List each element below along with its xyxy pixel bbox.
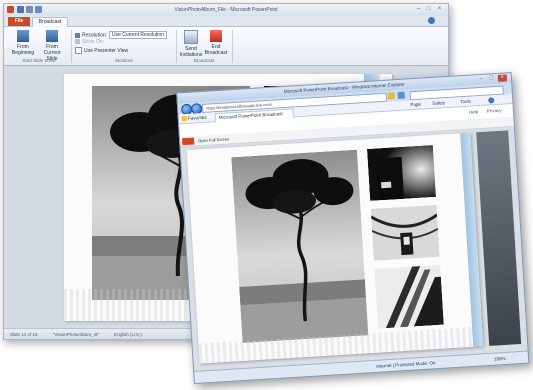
powerpoint-logo-icon[interactable] [7,6,14,13]
group-divider [71,30,72,63]
presenter-view-label: Use Presenter View [84,47,129,54]
start-slide-show-group-label: Start Slide Show [22,58,56,63]
safety-menu[interactable]: Safety [432,99,445,108]
presenter-view-checkbox[interactable] [75,47,82,54]
browser-minimize-icon[interactable]: – [477,76,486,84]
page-menu[interactable]: Page [410,101,421,110]
undo-icon[interactable] [26,6,33,13]
language-indicator[interactable]: English (U.S.) [114,332,142,337]
minimize-icon[interactable]: – [414,6,423,13]
send-invitations-button[interactable]: Send Invitations [179,30,203,58]
broadcast-viewer: Open Full Screen [179,117,528,371]
show-on-row: Show On: [75,39,104,46]
open-full-screen-link[interactable]: Open Full Screen [198,136,229,143]
end-broadcast-icon [210,30,222,42]
lock-icon[interactable] [387,92,395,100]
from-beginning-label: From Beginning [11,44,35,56]
send-invitations-label: Send Invitations [179,46,203,58]
end-broadcast-label: End Broadcast [204,44,228,56]
group-divider [232,30,233,63]
resolution-row: Resolution: Use Current Resolution [75,31,168,39]
close-icon[interactable]: × [435,6,444,13]
favorites-label[interactable]: Favorites [188,115,207,121]
presenter-view-row[interactable]: Use Presenter View [75,47,128,54]
help-link[interactable]: Help [469,109,479,115]
viewer-tree-photo [231,149,369,343]
viewer-building-photo-3 [374,264,444,329]
ribbon-tab-strip [4,16,448,27]
display-icon [75,39,80,45]
from-beginning-button[interactable]: From Beginning [10,30,36,56]
browser-close-icon[interactable]: × [497,74,508,82]
viewer-building-photo-1 [366,144,437,201]
group-divider [176,30,177,63]
tools-menu[interactable]: Tools [460,98,471,107]
broadcast-tab[interactable]: Broadcast [32,17,68,27]
show-on-label[interactable]: Show On: [82,39,104,45]
slideshow-icon [17,30,29,42]
end-broadcast-button[interactable]: End Broadcast [204,30,228,56]
invitation-icon [184,30,198,44]
file-tab[interactable]: File [8,17,30,26]
monitor-icon [75,32,80,38]
monitors-group-label: Monitors [115,58,133,63]
save-icon[interactable] [17,6,24,13]
browser-window: Microsoft PowerPoint Broadcast - Windows… [176,72,530,384]
security-zone[interactable]: Internet | Protected Mode: On [376,357,436,373]
help-icon[interactable] [428,17,435,24]
resolution-label: Resolution: [82,32,108,39]
theme-name: "VisionPhotoAlbum_st" [52,332,99,337]
viewer-building-photo-2 [370,204,440,261]
viewer-menu-button[interactable] [181,137,195,146]
browser-maximize-icon[interactable]: □ [487,75,496,83]
refresh-icon[interactable] [397,91,405,100]
ribbon: From Beginning From Current Slide Start … [4,27,448,66]
resolution-select[interactable]: Use Current Resolution [109,31,168,39]
maximize-icon[interactable]: □ [424,6,433,13]
privacy-link[interactable]: Privacy [487,108,502,114]
broadcast-slide [186,132,484,364]
slideshow-current-icon [46,30,58,42]
broadcast-group-label: Broadcast [193,58,215,63]
redo-icon[interactable] [35,6,42,13]
zoom-level[interactable]: 100% [494,353,506,366]
slide-counter: Slide 14 of 16 [10,332,38,337]
viewer-side-panel [476,130,522,346]
powerpoint-title-bar: VisionPhotoAlbum_File - Microsoft PowerP… [4,4,448,16]
favorites-star-icon[interactable] [181,116,187,122]
